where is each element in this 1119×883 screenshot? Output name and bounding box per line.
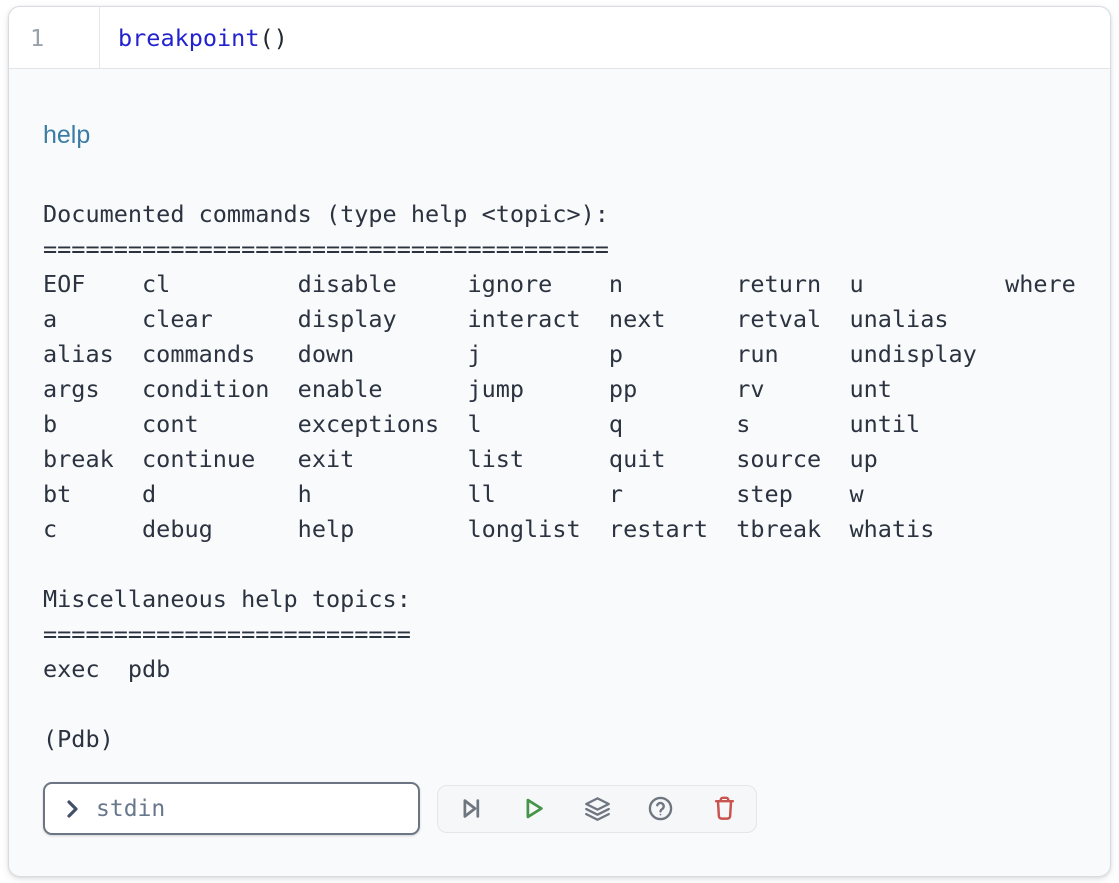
code-editor[interactable]: 1 breakpoint() <box>9 7 1110 69</box>
stdin-echo: help <box>43 121 1110 150</box>
skip-forward-button[interactable] <box>456 795 484 823</box>
layers-icon <box>584 795 611 822</box>
toolbar <box>437 785 757 833</box>
chevron-right-icon <box>60 797 84 821</box>
footer-controls <box>43 782 1110 835</box>
code-token: () <box>259 24 287 52</box>
pdb-output-text: Documented commands (type help <topic>):… <box>43 197 1110 757</box>
stdin-box[interactable] <box>43 782 420 835</box>
help-button[interactable] <box>647 795 675 823</box>
question-circle-icon <box>647 795 674 822</box>
clear-button[interactable] <box>710 795 738 823</box>
skip-forward-icon <box>457 795 484 822</box>
trash-icon <box>711 795 738 822</box>
line-number: 1 <box>30 24 44 52</box>
layers-button[interactable] <box>583 795 611 823</box>
line-number-gutter: 1 <box>9 7 100 68</box>
play-icon <box>520 795 547 822</box>
console-card: 1 breakpoint() help Documented commands … <box>8 6 1111 877</box>
stdin-input[interactable] <box>96 796 418 822</box>
code-line[interactable]: breakpoint() <box>118 7 288 68</box>
code-token: breakpoint <box>118 24 259 52</box>
run-button[interactable] <box>520 795 548 823</box>
output-area[interactable]: help Documented commands (type help <top… <box>9 69 1110 877</box>
